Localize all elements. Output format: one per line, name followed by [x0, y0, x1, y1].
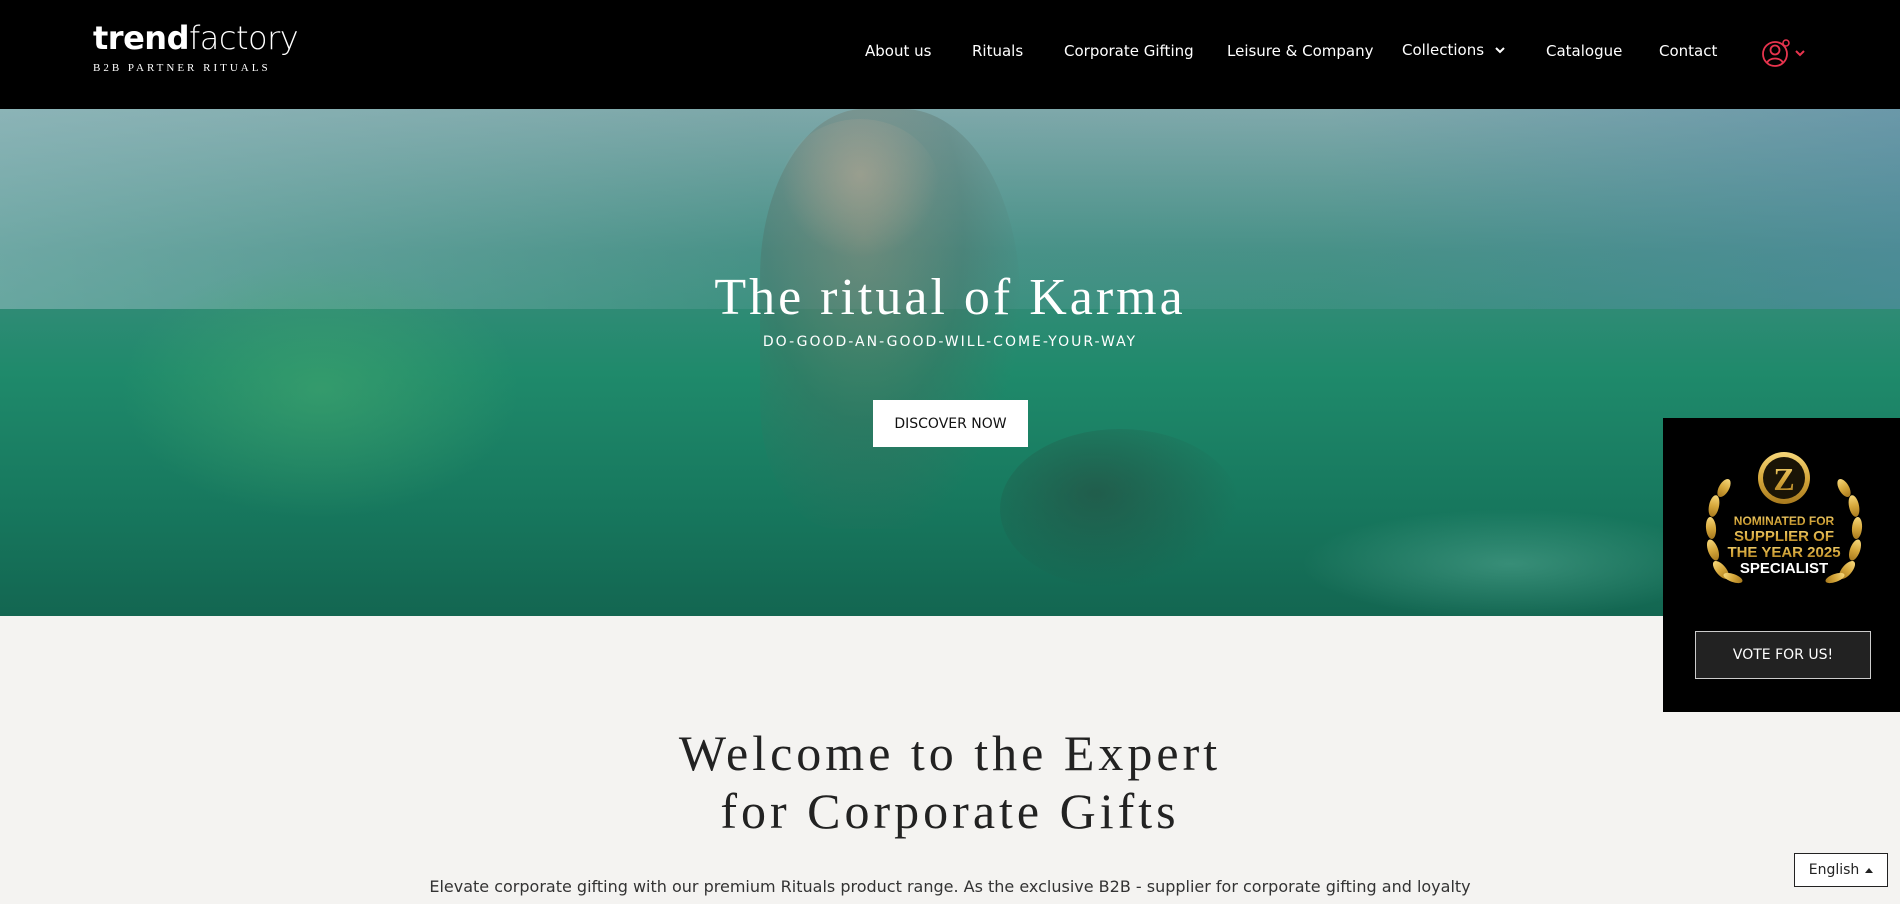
award-line2: SUPPLIER OF — [1734, 528, 1834, 545]
award-panel: Z NOMINATED FOR SUPPLIER OF THE YEAR 202… — [1663, 418, 1900, 712]
welcome-heading: Welcome to the Expert for Corporate Gift… — [0, 724, 1900, 840]
caret-up-icon — [1865, 867, 1874, 873]
award-laurel-badge: Z NOMINATED FOR SUPPLIER OF THE YEAR 202… — [1705, 452, 1863, 584]
language-selected: English — [1808, 862, 1860, 878]
discover-now-button[interactable]: DISCOVER NOW — [873, 400, 1028, 447]
hero-water-reflection — [1300, 509, 1720, 616]
nav-contact[interactable]: Contact — [1659, 42, 1717, 60]
hero-banner — [0, 109, 1900, 616]
nav-catalogue[interactable]: Catalogue — [1546, 42, 1622, 60]
logo-tagline: B2B PARTNER RITUALS — [93, 62, 271, 74]
nav-leisure-company[interactable]: Leisure & Company — [1227, 42, 1373, 60]
language-selector[interactable]: English — [1794, 853, 1888, 887]
chevron-down-icon[interactable] — [1494, 44, 1506, 56]
hero-swimmer-shoulder — [780, 119, 940, 259]
hero-title: The ritual of Karma — [714, 269, 1186, 326]
welcome-intro-text: Elevate corporate gifting with our premi… — [429, 877, 1471, 896]
award-line4: SPECIALIST — [1740, 560, 1828, 577]
award-badge-letter: Z — [1773, 461, 1794, 497]
nav-rituals[interactable]: Rituals — [972, 42, 1023, 60]
hero-subtitle: DO-GOOD-AN-GOOD-WILL-COME-YOUR-WAY — [762, 334, 1138, 350]
account-chevron-down-icon[interactable] — [1794, 48, 1806, 58]
welcome-heading-line1: Welcome to the Expert — [678, 725, 1222, 781]
welcome-heading-line2: for Corporate Gifts — [720, 783, 1180, 839]
vote-for-us-button[interactable]: VOTE FOR US! — [1695, 631, 1871, 679]
nav-corporate-gifting[interactable]: Corporate Gifting — [1064, 42, 1194, 60]
main-nav: About us Rituals Corporate Gifting Leisu… — [0, 41, 1900, 62]
hero-swimmer-arm — [1000, 429, 1240, 589]
nav-collections[interactable]: Collections — [1402, 41, 1484, 59]
site-header: trendfactory B2B PARTNER RITUALS About u… — [0, 0, 1900, 109]
user-icon[interactable] — [1761, 38, 1791, 68]
award-line3: THE YEAR 2025 — [1727, 544, 1840, 561]
nav-about-us[interactable]: About us — [865, 42, 931, 60]
award-line1: NOMINATED FOR — [1734, 514, 1835, 528]
